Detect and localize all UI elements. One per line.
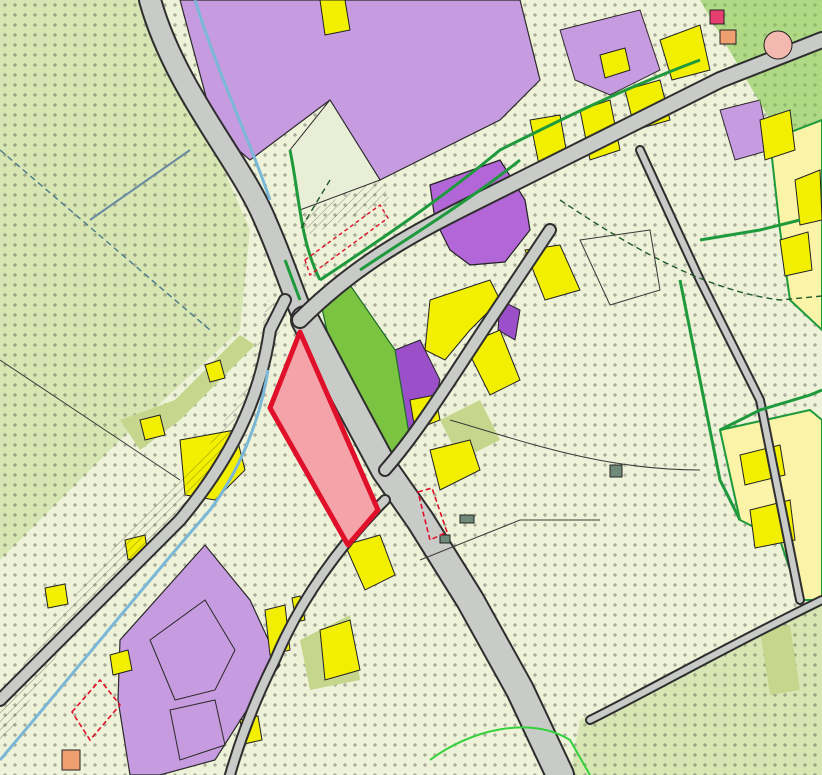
marker bbox=[609, 464, 623, 478]
special-building bbox=[709, 9, 725, 25]
marker bbox=[439, 534, 451, 544]
special-building bbox=[719, 29, 737, 45]
residential-building bbox=[139, 414, 166, 441]
residential-building bbox=[109, 649, 133, 676]
residential-building bbox=[319, 0, 351, 36]
residential-building bbox=[794, 169, 822, 226]
residential-building bbox=[779, 231, 813, 277]
marker bbox=[459, 514, 475, 524]
special-building bbox=[61, 749, 81, 771]
roundabout bbox=[763, 30, 793, 60]
residential-building bbox=[44, 583, 69, 609]
zoning-map[interactable] bbox=[0, 0, 822, 775]
map-canvas bbox=[0, 0, 822, 775]
